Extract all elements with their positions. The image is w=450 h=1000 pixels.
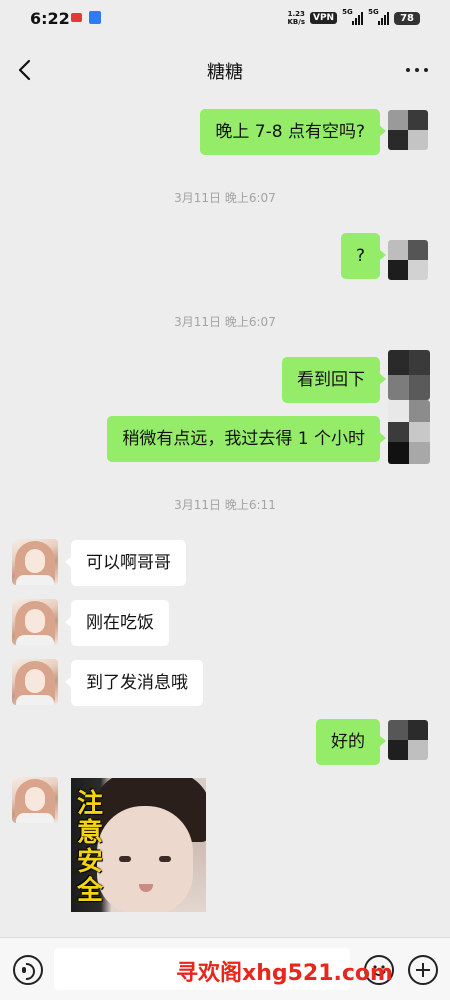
more-options-icon[interactable] (406, 68, 428, 72)
network-speed: 1.23 KB/s (288, 10, 305, 26)
status-indicators: 1.23 KB/s VPN 5G 5G 78 (288, 8, 420, 26)
outgoing-message-bubble[interactable]: 看到回下 (282, 357, 386, 403)
outgoing-message-bubble[interactable]: 好的 (316, 719, 386, 765)
self-avatar[interactable] (388, 350, 430, 400)
contact-avatar[interactable] (12, 777, 58, 823)
sim1-signal-icon: 5G (342, 8, 364, 25)
status-bar: 6:22 1.23 KB/s VPN 5G 5G 78 (0, 0, 450, 38)
contact-avatar[interactable] (12, 659, 58, 705)
sticker-caption-char: 意 (76, 818, 103, 848)
alipay-notification-icon (89, 11, 101, 24)
battery-icon: 78 (394, 11, 420, 25)
news-app-notification-icon (71, 13, 82, 22)
sticker-message[interactable]: 注意安全 (71, 778, 206, 912)
vpn-icon: VPN (309, 12, 338, 24)
message-timestamp: 3月11日 晚上6:07 (174, 191, 276, 205)
contact-avatar[interactable] (12, 599, 58, 645)
sim2-network-type: 5G (368, 8, 379, 16)
outgoing-message-bubble[interactable]: 晚上 7-8 点有空吗? (200, 109, 386, 155)
network-speed-unit: KB/s (287, 18, 305, 26)
sticker-caption-char: 安 (76, 847, 103, 877)
sticker-caption: 注意安全 (75, 790, 105, 906)
self-avatar[interactable] (388, 240, 428, 280)
contact-avatar[interactable] (12, 539, 58, 585)
outgoing-message-bubble[interactable]: 稍微有点远，我过去得 1 个小时 (107, 416, 386, 462)
add-more-icon[interactable] (408, 955, 438, 985)
voice-input-icon[interactable] (13, 955, 43, 985)
outgoing-message-bubble[interactable]: ? (340, 233, 387, 279)
self-avatar[interactable] (388, 720, 428, 760)
incoming-message-bubble[interactable]: 可以啊哥哥 (65, 540, 186, 586)
chat-header: 糖糖 (0, 38, 450, 102)
network-speed-value: 1.23 (287, 10, 305, 18)
incoming-message-bubble[interactable]: 到了发消息哦 (65, 660, 203, 706)
sim2-signal-icon: 5G (368, 8, 390, 25)
incoming-message-bubble[interactable]: 刚在吃饭 (65, 600, 169, 646)
sticker-caption-char: 注 (76, 789, 103, 819)
sim1-network-type: 5G (342, 8, 353, 16)
message-timestamp: 3月11日 晚上6:07 (174, 315, 276, 329)
site-watermark: 寻欢阁xhg521.com (176, 961, 393, 986)
status-time: 6:22 (30, 9, 70, 28)
self-avatar[interactable] (388, 400, 430, 464)
self-avatar[interactable] (388, 110, 428, 150)
sticker-caption-char: 全 (76, 876, 103, 906)
message-timestamp: 3月11日 晚上6:11 (174, 498, 276, 512)
chat-title: 糖糖 (207, 62, 243, 83)
